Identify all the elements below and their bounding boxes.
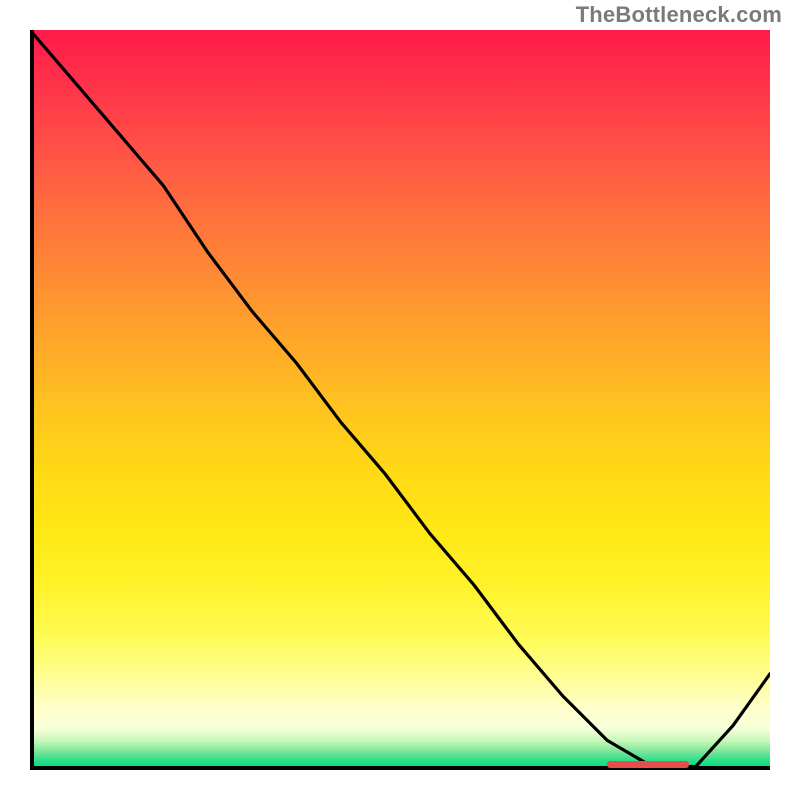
y-axis — [30, 30, 34, 770]
plot-area — [30, 30, 770, 770]
watermark-text: TheBottleneck.com — [576, 2, 782, 28]
chart-container: TheBottleneck.com — [0, 0, 800, 800]
optimal-zone-marker — [607, 761, 688, 768]
bottleneck-line — [30, 30, 770, 770]
